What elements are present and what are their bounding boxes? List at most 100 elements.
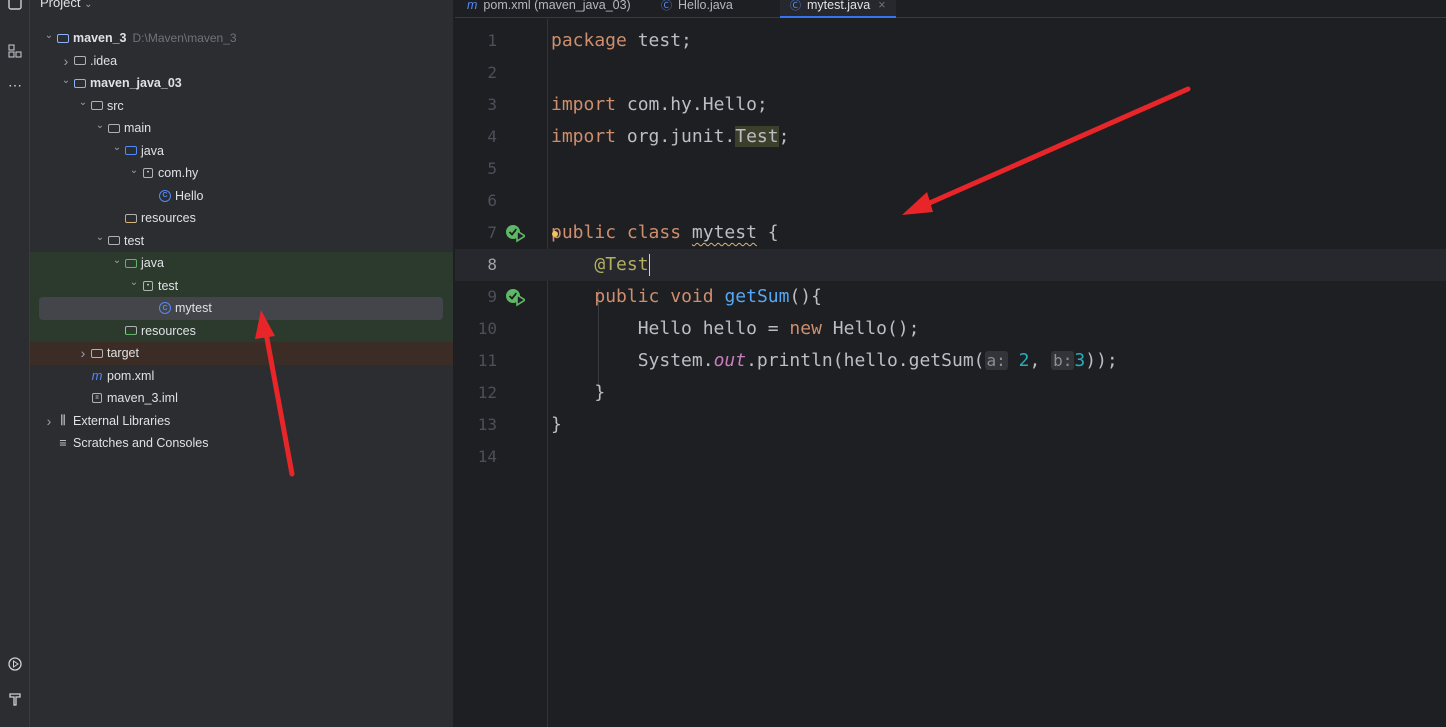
- code-line[interactable]: 11 System.out.println(hello.getSum(a: 2,…: [455, 345, 1446, 377]
- run-test-icon[interactable]: [505, 287, 525, 307]
- code-line[interactable]: 12 }: [455, 377, 1446, 409]
- tree-item[interactable]: ⌄ main: [30, 117, 453, 140]
- code-line[interactable]: 6: [455, 185, 1446, 217]
- package-icon: •: [141, 167, 155, 179]
- project-tool-icon[interactable]: [4, 0, 26, 14]
- project-panel-header[interactable]: Project ⌄: [30, 0, 453, 12]
- code-line[interactable]: 5: [455, 153, 1446, 185]
- source-folder-icon: [124, 145, 138, 157]
- maven-icon: m: [467, 0, 478, 12]
- run-test-icon[interactable]: [505, 223, 525, 243]
- line-number: 3: [487, 95, 497, 114]
- code-line[interactable]: 2: [455, 57, 1446, 89]
- run-tool-icon[interactable]: [4, 653, 26, 675]
- code-text: Hello hello = new Hello();: [551, 318, 920, 339]
- tree-item[interactable]: m pom.xml: [30, 365, 453, 388]
- test-resources-folder-icon: [124, 325, 138, 337]
- line-number: 6: [487, 191, 497, 210]
- chevron-down-icon[interactable]: ⌄: [42, 30, 56, 41]
- chevron-right-icon[interactable]: ›: [59, 53, 73, 69]
- code-text: import org.junit.Test;: [551, 126, 790, 147]
- code-text: public void getSum(){: [594, 286, 822, 307]
- tree-item-label: mytest: [175, 301, 212, 316]
- tree-item[interactable]: ⌄ src: [30, 95, 453, 118]
- code-line[interactable]: 13}: [455, 409, 1446, 441]
- tree-item-label: Hello: [175, 188, 204, 203]
- tree-item[interactable]: Cmytest: [30, 297, 453, 320]
- project-panel: Project ⌄ ⌄ maven_3 D:\Maven\maven_3 › .idea…: [30, 0, 454, 727]
- code-text: }: [551, 382, 606, 403]
- chevron-down-icon[interactable]: ⌄: [59, 75, 73, 86]
- chevron-down-icon[interactable]: ⌄: [127, 277, 141, 288]
- line-number: 5: [487, 159, 497, 178]
- tree-item[interactable]: ≡ maven_3.iml: [30, 387, 453, 410]
- tree-item[interactable]: ⌄ maven_java_03: [30, 72, 453, 95]
- line-number: 7: [487, 223, 497, 242]
- code-line[interactable]: 8 @Test: [455, 249, 1446, 281]
- chevron-down-icon[interactable]: ⌄: [110, 255, 124, 266]
- tree-item[interactable]: ⌄ • test: [30, 274, 453, 297]
- intention-bulb-icon[interactable]: [551, 231, 558, 237]
- tree-item-label: maven_java_03: [90, 76, 182, 91]
- tree-item-label: main: [124, 121, 152, 136]
- chevron-down-icon[interactable]: ⌄: [110, 142, 124, 153]
- tab-hello-java[interactable]: Ⓒ Hello.java: [661, 0, 733, 16]
- code-editor[interactable]: 1 package test; 2 3 import com.hy.Hello; 4 imp…: [455, 19, 1446, 727]
- tree-item[interactable]: C Hello: [30, 185, 453, 208]
- tree-item-label: java: [141, 256, 164, 271]
- chevron-right-icon[interactable]: ›: [42, 413, 56, 429]
- editor-tab-bar: m pom.xml (maven_java_03) Ⓒ Hello.java Ⓒ…: [455, 0, 1446, 18]
- chevron-down-icon[interactable]: ⌄: [84, 0, 92, 10]
- chevron-down-icon[interactable]: ⌄: [127, 165, 141, 176]
- chevron-down-icon[interactable]: ⌄: [76, 97, 90, 108]
- line-number: 8: [487, 255, 497, 274]
- code-line[interactable]: 4 import org.junit.Test;: [455, 121, 1446, 153]
- line-number: 12: [477, 383, 497, 402]
- line-number: 14: [477, 447, 497, 466]
- chevron-down-icon[interactable]: ⌄: [93, 120, 107, 131]
- more-tools-icon[interactable]: ⋯: [4, 74, 26, 96]
- tree-item[interactable]: › ⫼ External Libraries: [30, 410, 453, 433]
- code-line[interactable]: 1 package test;: [455, 25, 1446, 57]
- maven-icon: m: [91, 368, 103, 384]
- code-line[interactable]: 3 import com.hy.Hello;: [455, 89, 1446, 121]
- tab-pom-xml[interactable]: m pom.xml (maven_java_03): [467, 0, 631, 16]
- tree-item-label: Scratches and Consoles: [73, 436, 209, 451]
- code-line[interactable]: 10 Hello hello = new Hello();: [455, 313, 1446, 345]
- structure-tool-icon[interactable]: [4, 40, 26, 62]
- code-text: @Test: [594, 254, 651, 276]
- close-icon[interactable]: ×: [878, 0, 885, 12]
- terminal-tool-icon[interactable]: [4, 688, 26, 710]
- code-text: import com.hy.Hello;: [551, 94, 768, 115]
- test-source-folder-icon: [124, 257, 138, 269]
- tool-window-strip: ⋯: [0, 0, 30, 727]
- line-number: 2: [487, 63, 497, 82]
- active-tab-indicator: [780, 16, 896, 18]
- code-text: public class mytest {: [551, 217, 779, 249]
- class-icon: C: [158, 189, 172, 202]
- tree-item-label: test: [124, 233, 145, 248]
- tree-item[interactable]: resources: [30, 319, 453, 342]
- chevron-right-icon[interactable]: ›: [76, 345, 90, 361]
- tree-item[interactable]: ⌄ maven_3 D:\Maven\maven_3: [30, 27, 453, 50]
- code-line[interactable]: 7 public class mytest {: [455, 217, 1446, 249]
- tree-item[interactable]: resources: [30, 207, 453, 230]
- folder-icon: [90, 347, 104, 359]
- resources-folder-icon: [124, 212, 138, 224]
- tree-item[interactable]: › target: [30, 342, 453, 365]
- tree-item[interactable]: › .idea: [30, 50, 453, 73]
- tree-item[interactable]: ⌄ test: [30, 230, 453, 253]
- line-number: 1: [487, 31, 497, 50]
- tree-item[interactable]: ≡ Scratches and Consoles: [30, 432, 453, 455]
- tab-mytest-java[interactable]: Ⓒ mytest.java ×: [780, 0, 896, 18]
- package-icon: •: [141, 280, 155, 292]
- tree-item[interactable]: ⌄ • com.hy: [30, 162, 453, 185]
- tab-label: pom.xml (maven_java_03): [483, 0, 631, 12]
- chevron-down-icon[interactable]: ⌄: [93, 232, 107, 243]
- code-line[interactable]: 14: [455, 441, 1446, 473]
- tree-item[interactable]: ⌄ java: [30, 252, 453, 275]
- code-line[interactable]: 9 public void getSum(){: [455, 281, 1446, 313]
- line-number: 13: [477, 415, 497, 434]
- tree-item[interactable]: ⌄ java: [30, 140, 453, 163]
- selection-highlight: [39, 297, 443, 320]
